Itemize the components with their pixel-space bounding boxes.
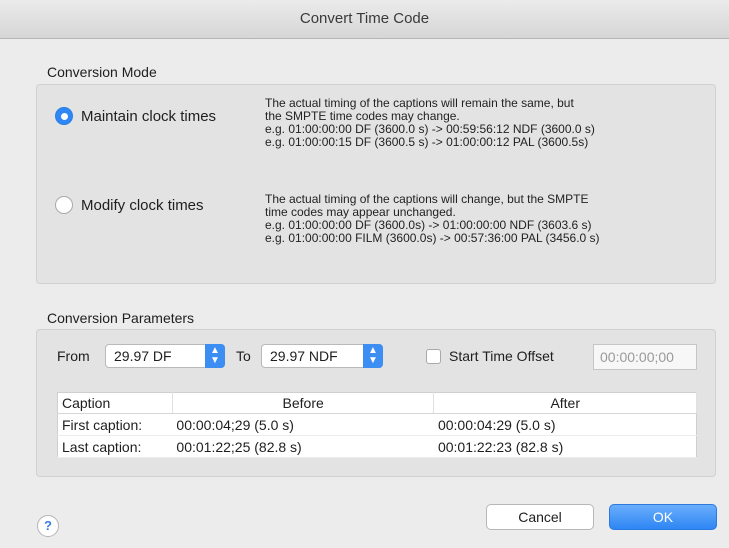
radio-maintain-clock-times[interactable]: Maintain clock times bbox=[55, 107, 216, 125]
to-select[interactable]: 29.97 NDF ▲ ▼ bbox=[261, 344, 383, 368]
table-cell: 00:00:04;29 (5.0 s) bbox=[172, 413, 434, 436]
to-label: To bbox=[236, 348, 251, 364]
cancel-button[interactable]: Cancel bbox=[486, 504, 594, 530]
table-cell: 00:00:04:29 (5.0 s) bbox=[433, 413, 697, 436]
conversion-mode-label: Conversion Mode bbox=[47, 64, 157, 80]
table-header: Caption Before After bbox=[57, 392, 697, 414]
radio-modify-label[interactable]: Modify clock times bbox=[81, 197, 204, 214]
updown-chevron-icon[interactable]: ▲ ▼ bbox=[205, 344, 225, 368]
window-title: Convert Time Code bbox=[0, 0, 729, 39]
maintain-description: The actual timing of the captions will r… bbox=[265, 96, 595, 149]
table-row[interactable]: First caption: 00:00:04;29 (5.0 s) 00:00… bbox=[57, 413, 697, 436]
caption-table: Caption Before After First caption: 00:0… bbox=[57, 392, 697, 458]
modify-description: The actual timing of the captions will c… bbox=[265, 192, 600, 245]
start-time-offset-checkbox[interactable] bbox=[426, 349, 441, 364]
column-header[interactable]: Caption bbox=[57, 392, 173, 414]
table-row[interactable]: Last caption: 00:01:22;25 (82.8 s) 00:01… bbox=[57, 435, 697, 458]
updown-chevron-icon[interactable]: ▲ ▼ bbox=[363, 344, 383, 368]
start-time-offset-label[interactable]: Start Time Offset bbox=[449, 348, 554, 364]
radio-unselected-icon[interactable] bbox=[55, 196, 73, 214]
table-cell: First caption: bbox=[57, 413, 173, 436]
conversion-mode-box: Maintain clock times The actual timing o… bbox=[36, 84, 716, 284]
table-cell: 00:01:22:23 (82.8 s) bbox=[433, 435, 697, 458]
table-cell: Last caption: bbox=[57, 435, 173, 458]
radio-modify-clock-times[interactable]: Modify clock times bbox=[55, 196, 204, 214]
radio-selected-icon[interactable] bbox=[55, 107, 73, 125]
column-header[interactable]: Before bbox=[172, 392, 435, 414]
from-select[interactable]: 29.97 DF ▲ ▼ bbox=[105, 344, 225, 368]
ok-button[interactable]: OK bbox=[609, 504, 717, 530]
from-label: From bbox=[57, 348, 90, 364]
radio-maintain-label[interactable]: Maintain clock times bbox=[81, 108, 216, 125]
start-time-offset-field[interactable]: 00:00:00;00 bbox=[593, 344, 697, 370]
conversion-parameters-box: From 29.97 DF ▲ ▼ To 29.97 NDF ▲ ▼ Start T… bbox=[36, 329, 716, 477]
column-header[interactable]: After bbox=[433, 392, 697, 414]
conversion-parameters-label: Conversion Parameters bbox=[47, 310, 195, 326]
help-button[interactable]: ? bbox=[37, 515, 59, 537]
table-cell: 00:01:22;25 (82.8 s) bbox=[172, 435, 434, 458]
